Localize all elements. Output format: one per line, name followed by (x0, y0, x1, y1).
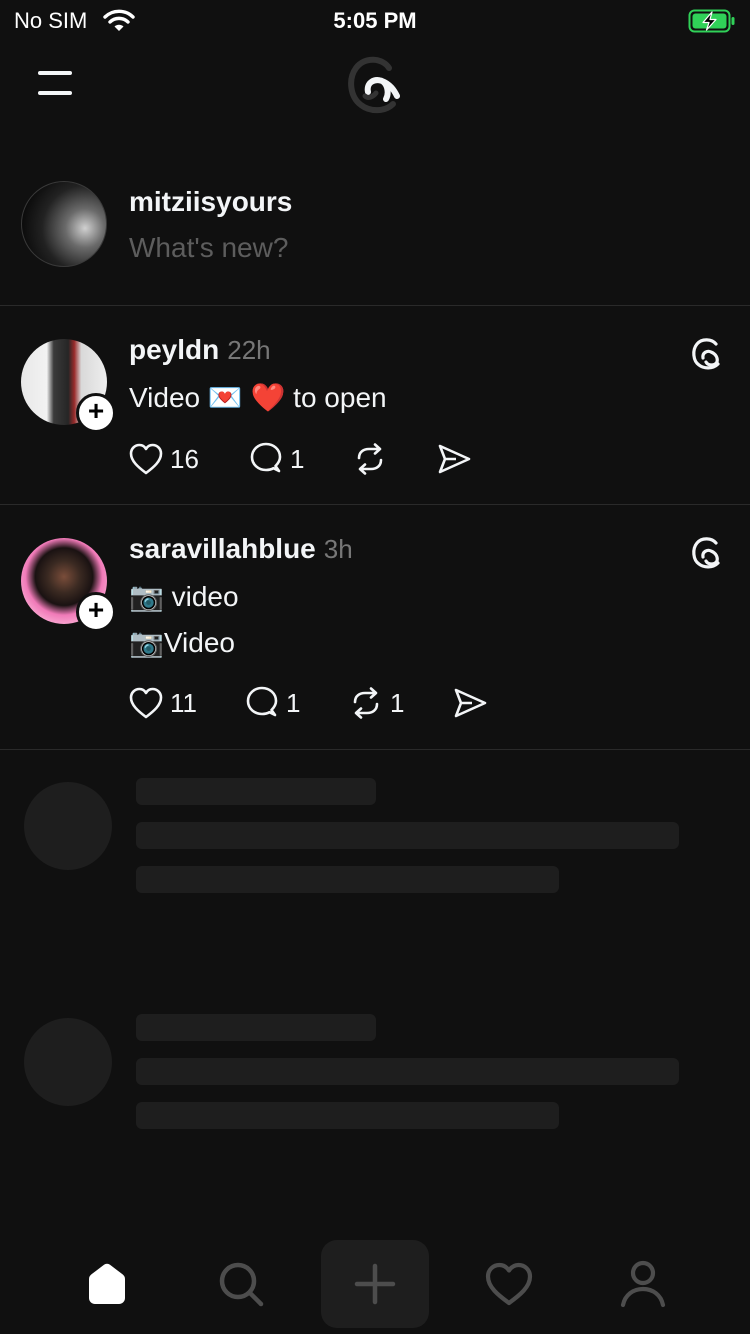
repost-icon (357, 443, 383, 475)
post-username[interactable]: saravillahblue 3h (129, 533, 353, 565)
post-actions: 16 1 (128, 439, 472, 479)
avatar[interactable] (21, 181, 107, 267)
reply-button[interactable]: 1 (244, 685, 348, 721)
repost-button[interactable]: 1 (348, 685, 452, 721)
composer-username: mitziisyours (129, 186, 293, 217)
skeleton-avatar (24, 1018, 112, 1106)
send-icon (454, 688, 487, 718)
threads-icon[interactable] (690, 534, 726, 575)
like-button[interactable]: 16 (128, 442, 248, 476)
tab-activity[interactable] (459, 1240, 559, 1328)
skeleton-line (136, 1058, 679, 1085)
send-icon (438, 444, 471, 474)
repost-count: 1 (390, 687, 405, 718)
threads-icon[interactable] (690, 335, 726, 376)
reply-button[interactable]: 1 (248, 441, 352, 477)
tab-search[interactable] (191, 1240, 291, 1328)
post-text: 📷Video (129, 627, 235, 658)
new-thread-composer[interactable]: mitziisyours What's new? (0, 170, 750, 306)
post-timestamp: 3h (323, 534, 353, 564)
post-username[interactable]: peyldn 22h (129, 334, 271, 366)
heart-icon (485, 1262, 533, 1306)
skeleton-avatar (24, 782, 112, 870)
tab-profile[interactable] (593, 1240, 693, 1328)
status-bar: No SIM 5:05 PM (0, 0, 750, 40)
hamburger-menu-icon[interactable] (38, 68, 74, 98)
post-actions: 11 1 1 (128, 683, 488, 723)
repost-icon (353, 687, 379, 719)
plus-icon (354, 1263, 396, 1305)
heart-icon (129, 687, 163, 719)
comment-icon (246, 686, 278, 717)
skeleton-line (136, 778, 376, 805)
feed-post[interactable]: + peyldn 22h Video 💌 ❤️ to open 16 1 (0, 306, 750, 505)
share-button[interactable] (452, 685, 488, 721)
bottom-tab-bar (0, 1240, 750, 1334)
skeleton-line (136, 1014, 376, 1041)
follow-plus-icon[interactable]: + (76, 393, 116, 433)
skeleton-line (136, 822, 679, 849)
whats-new-input[interactable]: What's new? (129, 232, 288, 264)
like-button[interactable]: 11 (128, 686, 244, 720)
feed-post[interactable]: + saravillahblue 3h 📷 video 📷Video 11 1 1 (0, 505, 750, 750)
like-count: 11 (170, 687, 197, 718)
heart-icon (129, 443, 163, 475)
skeleton-line (136, 1102, 559, 1129)
username-label[interactable]: peyldn (129, 334, 219, 365)
repost-button[interactable] (352, 441, 436, 477)
search-icon (219, 1262, 264, 1307)
like-count: 16 (170, 443, 199, 474)
share-button[interactable] (436, 441, 472, 477)
username-label[interactable]: saravillahblue (129, 533, 316, 564)
post-timestamp: 22h (227, 335, 271, 365)
battery-charging-icon (688, 9, 736, 38)
home-icon (89, 1263, 125, 1304)
threads-logo-icon[interactable] (343, 50, 409, 121)
tab-home[interactable] (57, 1240, 157, 1328)
follow-plus-icon[interactable]: + (76, 592, 116, 632)
clock: 5:05 PM (333, 8, 417, 33)
reply-count: 1 (286, 687, 301, 718)
comment-icon (250, 442, 282, 473)
reply-count: 1 (290, 443, 305, 474)
profile-icon (620, 1260, 666, 1308)
post-text: 📷 video (129, 581, 239, 612)
post-text: Video 💌 ❤️ to open (129, 382, 387, 413)
skeleton-line (136, 866, 559, 893)
tab-create[interactable] (321, 1240, 429, 1328)
